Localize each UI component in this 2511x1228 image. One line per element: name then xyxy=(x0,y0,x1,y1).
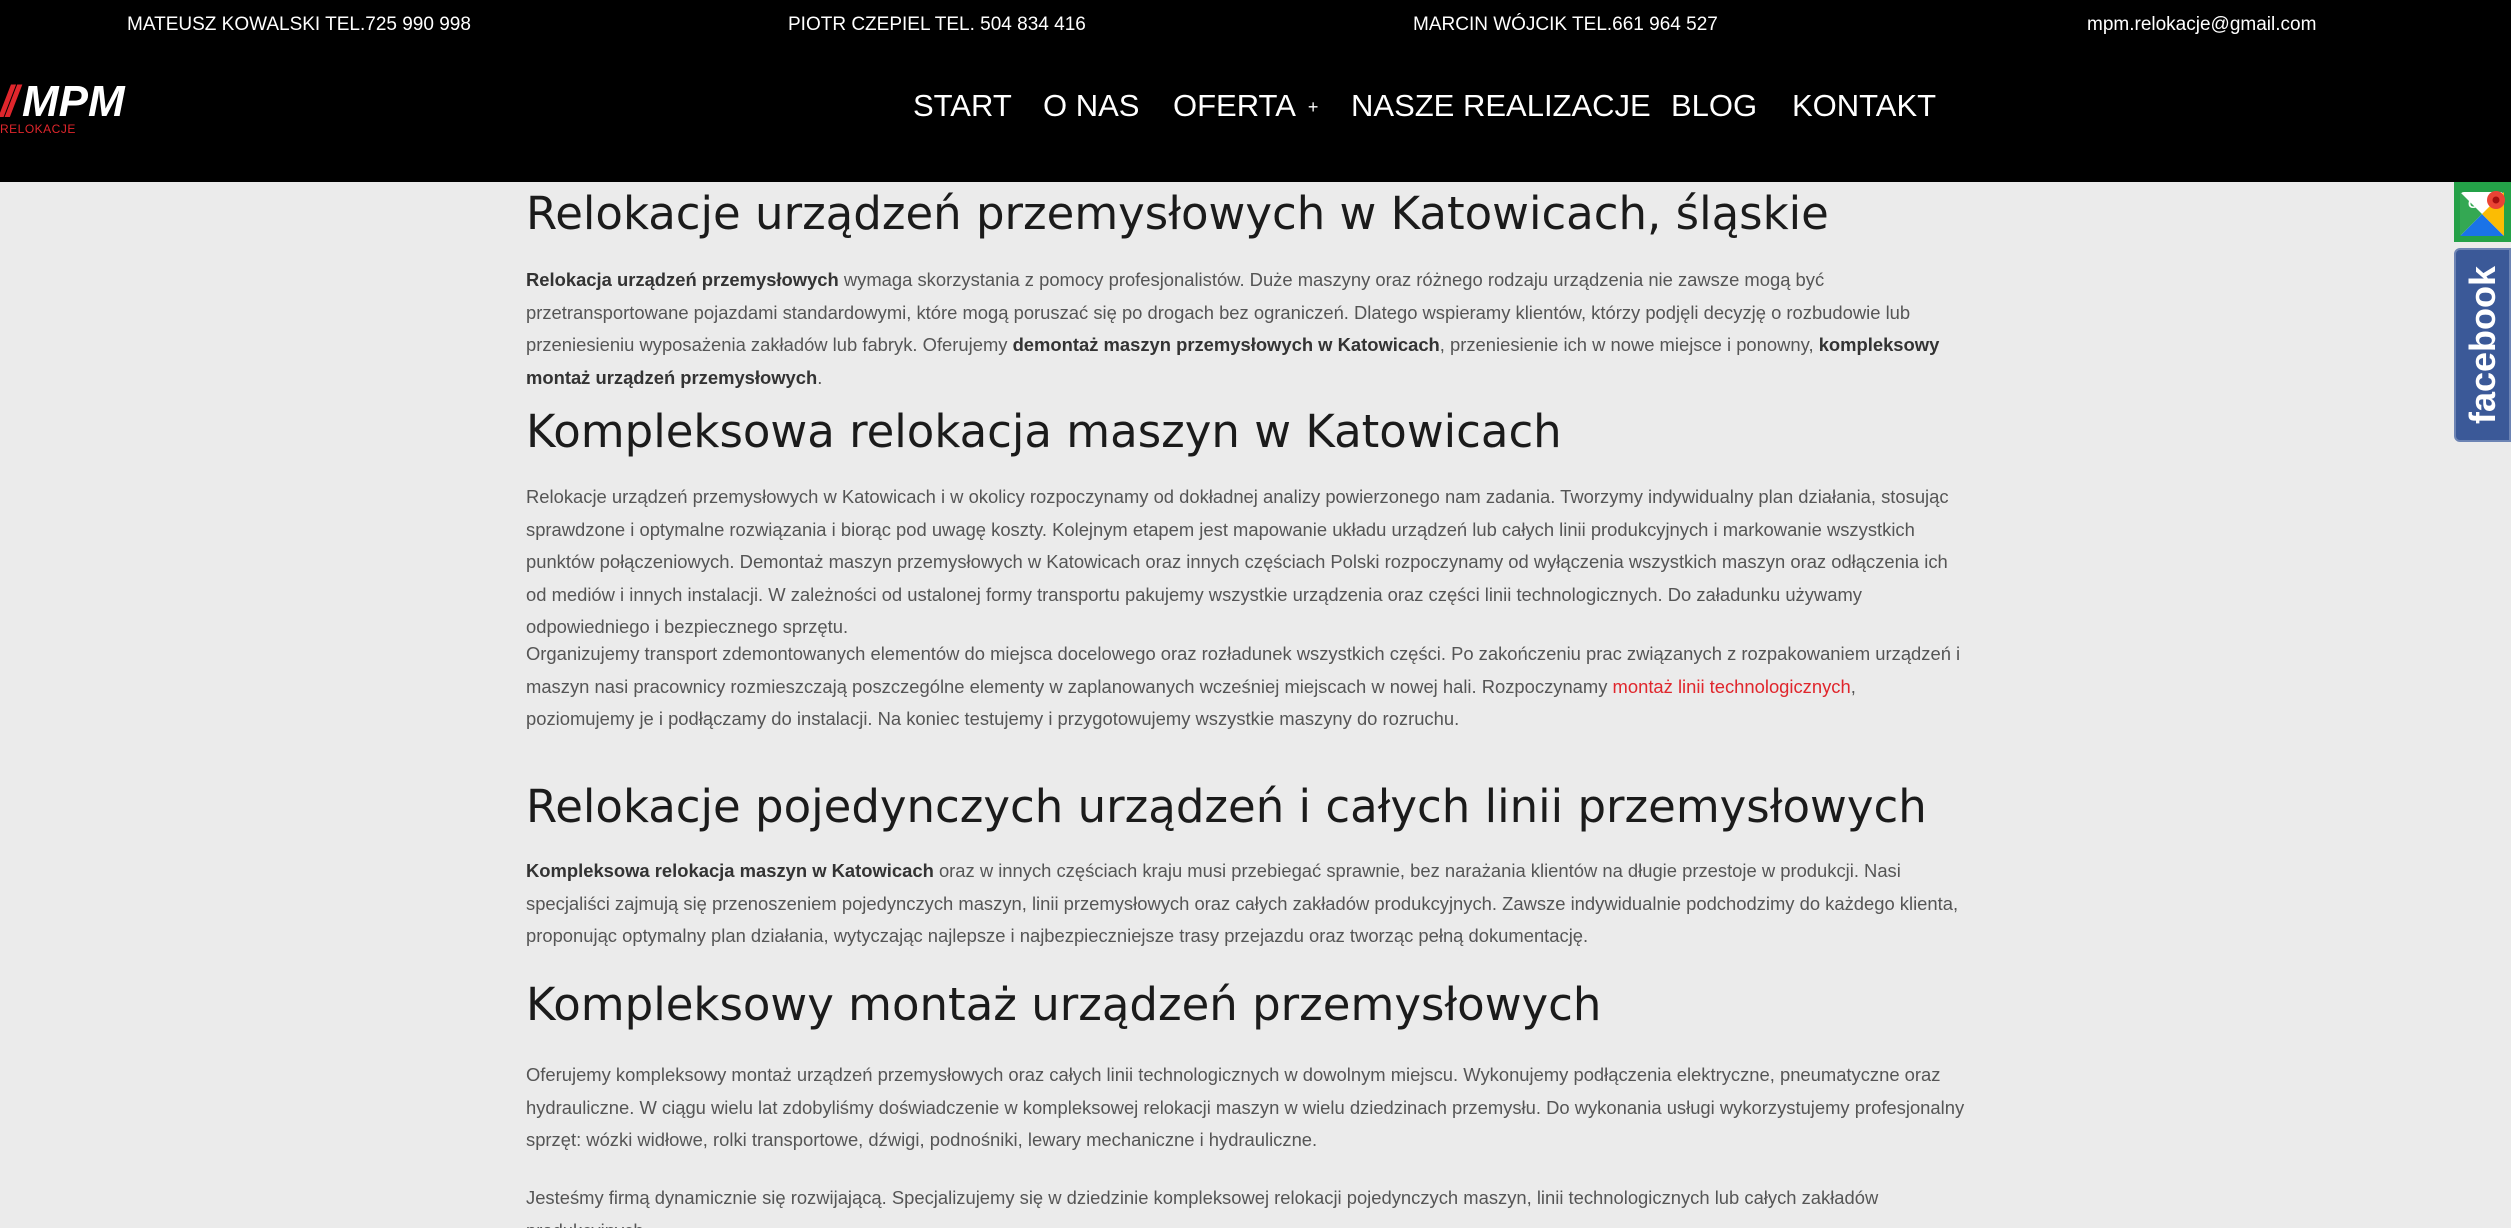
nav-start[interactable]: START xyxy=(913,88,1012,124)
logo-subtitle: RELOKACJE xyxy=(0,122,76,136)
nav-o-nas[interactable]: O NAS xyxy=(1043,88,1139,124)
bold-phrase: Relokacja urządzeń przemysłowych xyxy=(526,269,839,290)
nav-oferta[interactable]: OFERTA + xyxy=(1173,88,1318,124)
nav-nasze-realizacje[interactable]: NASZE REALIZACJE xyxy=(1351,88,1651,124)
google-maps-icon: G xyxy=(2460,191,2505,236)
paragraph: Relokacje urządzeń przemysłowych w Katow… xyxy=(526,486,1949,637)
section-heading: Kompleksowy montaż urządzeń przemysłowyc… xyxy=(526,978,1602,1031)
contact-bar: MATEUSZ KOWALSKI TEL.725 990 998 PIOTR C… xyxy=(0,14,2511,44)
section-heading: Kompleksowa relokacja maszyn w Katowicac… xyxy=(526,405,1562,458)
facebook-label: facebook xyxy=(2461,265,2503,425)
contact-phone-wojcik[interactable]: MARCIN WÓJCIK TEL.661 964 527 xyxy=(1413,14,1718,36)
montaz-linii-link[interactable]: montaż linii technologicznych xyxy=(1613,676,1851,697)
nav-oferta-label: OFERTA xyxy=(1173,88,1296,123)
paragraph: Oferujemy kompleksowy montaż urządzeń pr… xyxy=(526,1064,1965,1150)
text-span: , przeniesienie ich w nowe miejsce i pon… xyxy=(1439,334,1819,355)
logo-slashes: // xyxy=(0,77,19,126)
contact-phone-czepiel[interactable]: PIOTR CZEPIEL TEL. 504 834 416 xyxy=(788,14,1086,36)
paragraph: Organizujemy transport zdemontowanych el… xyxy=(526,638,1966,736)
section-heading: Relokacje pojedynczych urządzeń i całych… xyxy=(526,780,1927,833)
nav-kontakt[interactable]: KONTAKT xyxy=(1792,88,1936,124)
site-header: MATEUSZ KOWALSKI TEL.725 990 998 PIOTR C… xyxy=(0,0,2511,182)
paragraph: Jesteśmy firmą dynamicznie się rozwijają… xyxy=(526,1187,1879,1228)
submenu-plus-icon: + xyxy=(1307,97,1319,118)
paragraph-intro: Relokacja urządzeń przemysłowych wymaga … xyxy=(526,264,1966,394)
nav-blog[interactable]: BLOG xyxy=(1671,88,1757,124)
page-title: Relokacje urządzeń przemysłowych w Katow… xyxy=(526,187,1829,240)
logo-name: MPM xyxy=(22,77,125,126)
contact-email[interactable]: mpm.relokacje@gmail.com xyxy=(2087,14,2316,36)
bold-phrase: Kompleksowa relokacja maszyn w Katowicac… xyxy=(526,860,934,881)
google-maps-button[interactable]: G xyxy=(2454,182,2511,242)
text-span: . xyxy=(817,366,823,388)
paragraph: Kompleksowa relokacja maszyn w Katowicac… xyxy=(526,855,1966,953)
facebook-button[interactable]: facebook xyxy=(2454,248,2511,442)
bold-phrase: demontaż maszyn przemysłowych w Katowica… xyxy=(1012,334,1440,355)
contact-phone-kowalski[interactable]: MATEUSZ KOWALSKI TEL.725 990 998 xyxy=(127,14,471,36)
svg-text:G: G xyxy=(2468,196,2478,211)
mpm-logo[interactable]: // MPM RELOKACJE xyxy=(0,80,160,140)
